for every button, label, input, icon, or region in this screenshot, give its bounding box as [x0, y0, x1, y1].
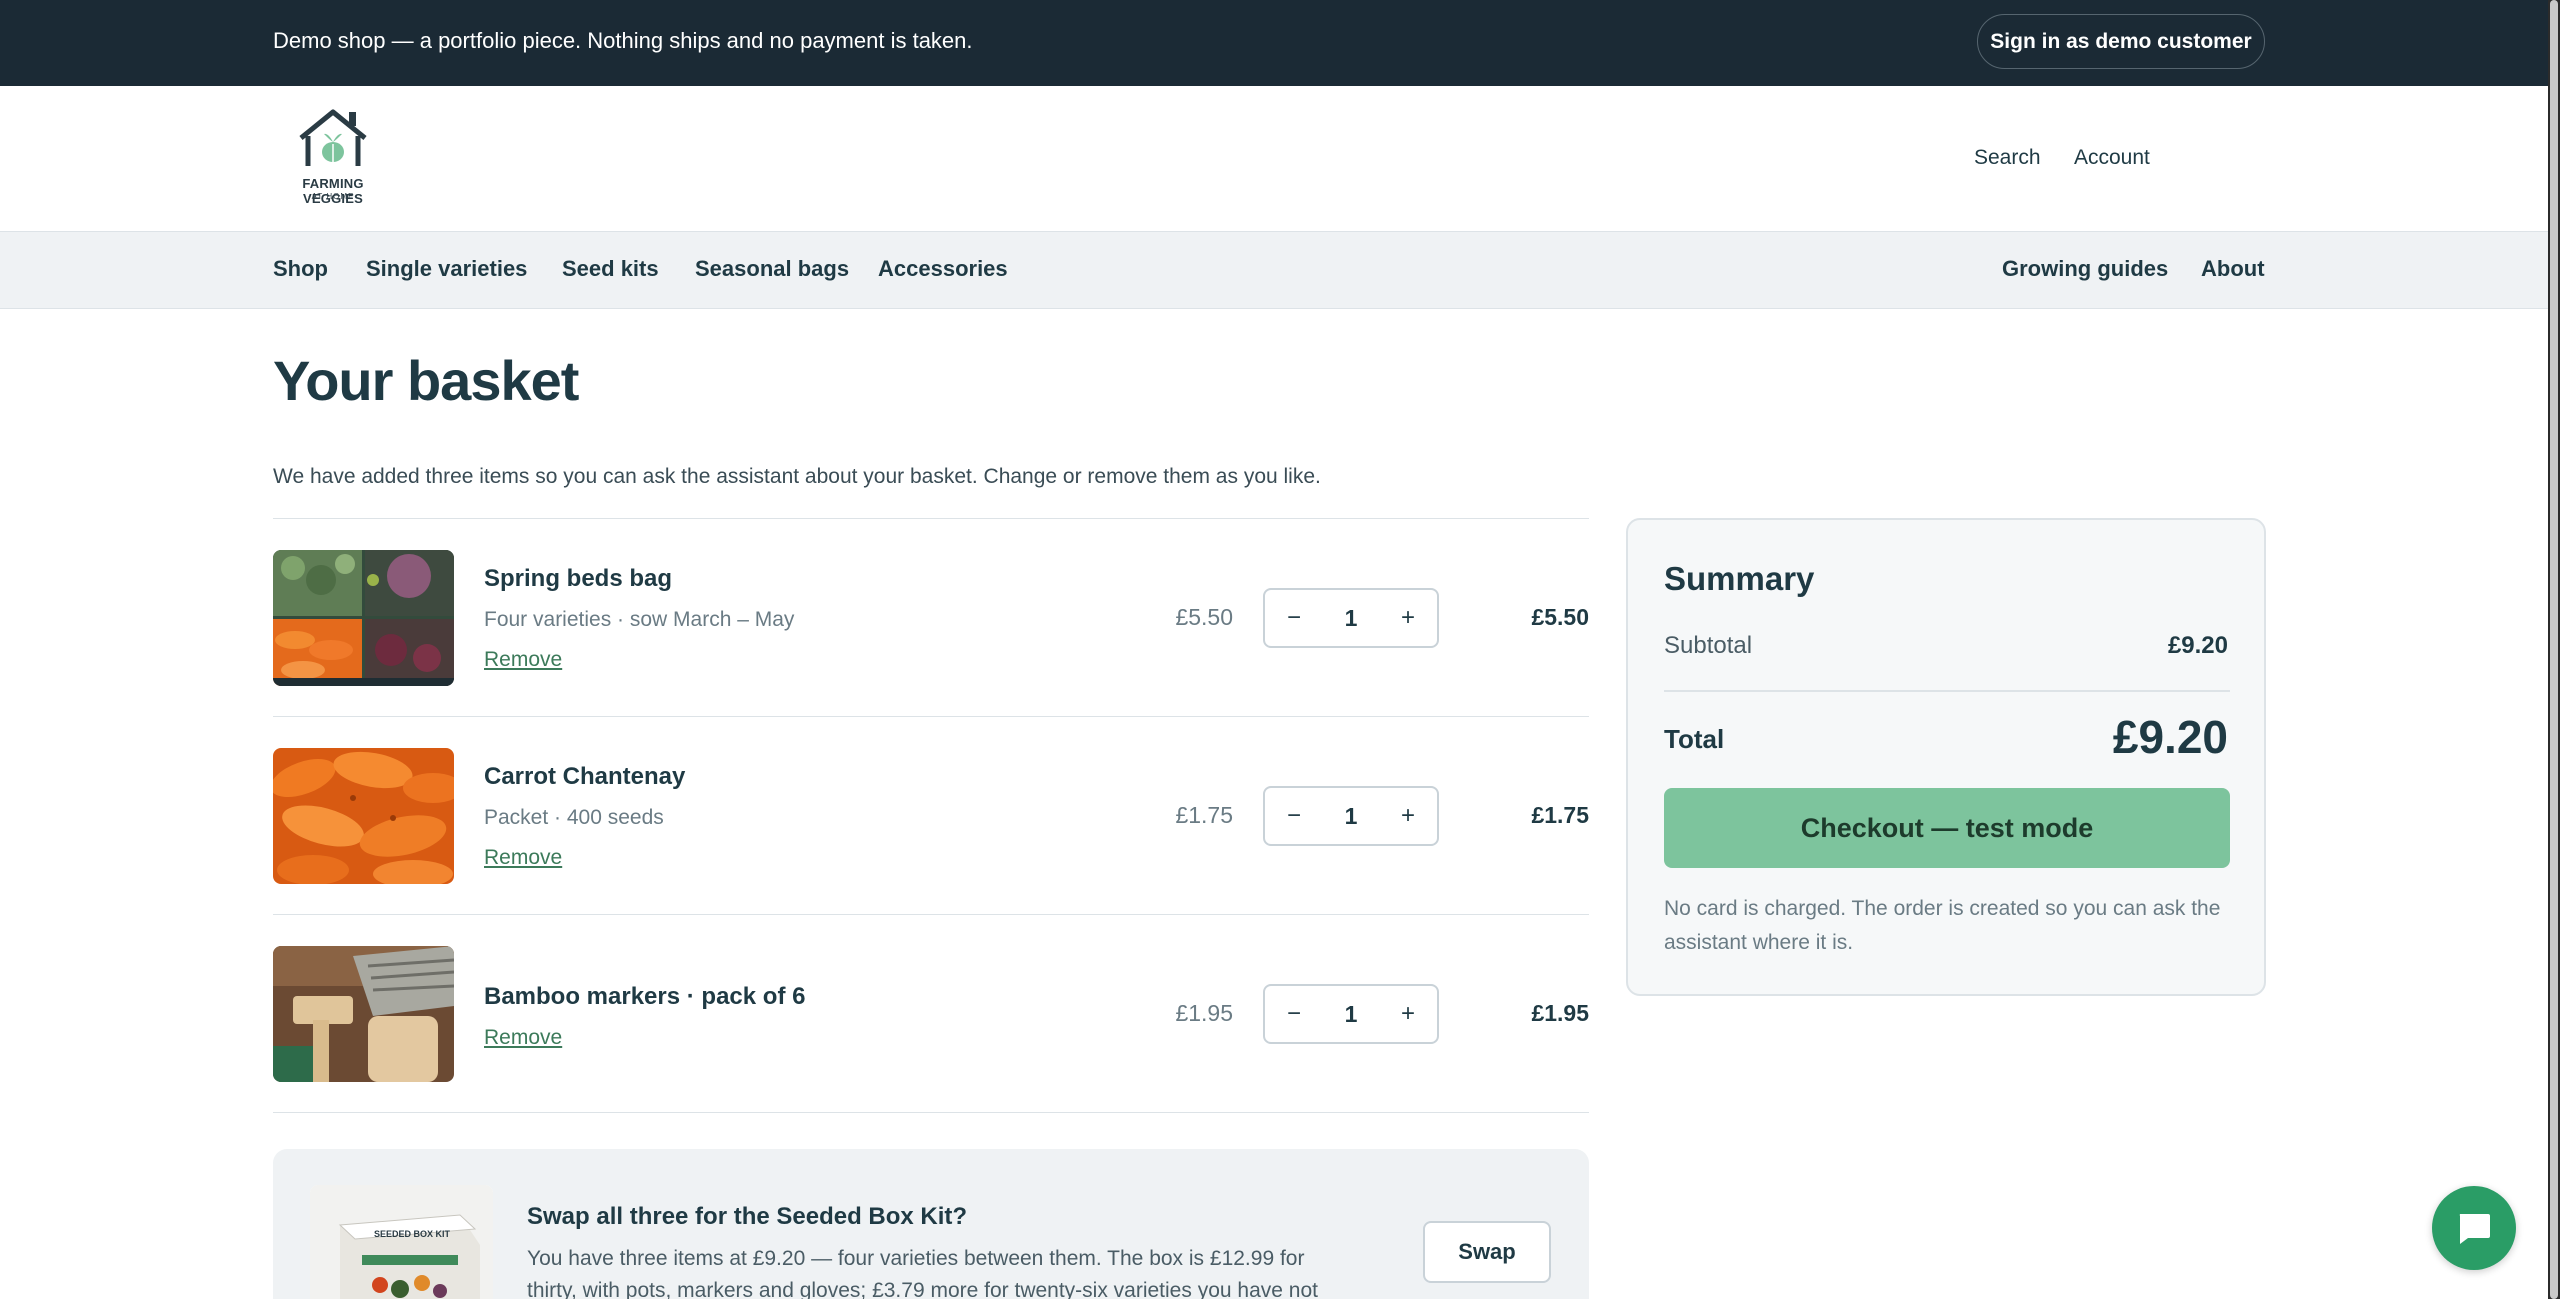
item-description: Packet · 400 seeds: [484, 806, 664, 829]
basket-item-row: Spring beds bag Four varieties · sow Mar…: [273, 519, 1589, 717]
box-kit-label: SEEDED BOX KIT: [373, 1229, 450, 1239]
remove-link[interactable]: Remove: [484, 846, 562, 870]
decrease-quantity-button[interactable]: −: [1269, 788, 1319, 844]
quantity-value[interactable]: 1: [1321, 590, 1381, 646]
unit-price: £1.95: [1175, 1000, 1233, 1026]
checkout-button[interactable]: Checkout — test mode: [1664, 788, 2230, 868]
quantity-stepper: − 1 +: [1263, 984, 1439, 1044]
basket-items-list: Spring beds bag Four varieties · sow Mar…: [273, 518, 1589, 1113]
summary-title: Summary: [1664, 560, 1815, 597]
nav-item-seed-kits[interactable]: Seed kits: [562, 256, 659, 282]
item-name[interactable]: Spring beds bag: [484, 565, 672, 593]
subtotal-value: £9.20: [2167, 632, 2228, 659]
swap-description: You have three items at £9.20 — four var…: [527, 1247, 1318, 1299]
logo-subtext: -AT HOME-: [307, 192, 359, 201]
increase-quantity-button[interactable]: +: [1383, 986, 1433, 1042]
subtotal-label: Subtotal: [1664, 632, 1753, 659]
bamboo-markers-image[interactable]: [273, 946, 454, 1082]
summary-divider: [1664, 690, 2230, 692]
nav-item-seasonal-bags[interactable]: Seasonal bags: [695, 256, 849, 282]
carrot-chantenay-image[interactable]: [273, 748, 454, 884]
basket-intro-text: We have added three items so you can ask…: [273, 465, 1321, 488]
item-name[interactable]: Carrot Chantenay: [484, 763, 685, 791]
decrease-quantity-button[interactable]: −: [1269, 590, 1319, 646]
scrollbar-thumb[interactable]: [2550, 0, 2558, 1299]
unit-price: £5.50: [1175, 604, 1233, 630]
seeded-box-kit-image[interactable]: SEEDED BOX KIT: [310, 1185, 493, 1299]
site-logo[interactable]: FARMING VEGGIES -AT HOME-: [273, 108, 393, 208]
nav-item-growing-guides[interactable]: Growing guides: [2002, 256, 2168, 282]
search-link[interactable]: Search: [1974, 146, 2041, 170]
logo-text: FARMING VEGGIES: [302, 176, 364, 206]
total-value: £9.20: [2112, 711, 2228, 763]
total-label: Total: [1664, 724, 1725, 754]
line-total: £5.50: [1531, 604, 1589, 630]
basket-item-row: Carrot Chantenay Packet · 400 seeds Remo…: [273, 717, 1589, 915]
nav-item-about[interactable]: About: [2201, 256, 2265, 282]
page-scrollbar[interactable]: [2548, 0, 2560, 1299]
quantity-stepper: − 1 +: [1263, 786, 1439, 846]
demo-banner: Demo shop — a portfolio piece. Nothing s…: [0, 0, 2548, 86]
increase-quantity-button[interactable]: +: [1383, 590, 1433, 646]
increase-quantity-button[interactable]: +: [1383, 788, 1433, 844]
spring-beds-bag-image[interactable]: [273, 550, 454, 686]
banner-text: Demo shop — a portfolio piece. Nothing s…: [273, 28, 973, 53]
site-header: FARMING VEGGIES -AT HOME- Search Account: [0, 86, 2548, 232]
checkout-note: No card is charged. The order is created…: [1664, 897, 2221, 954]
unit-price: £1.75: [1175, 802, 1233, 828]
remove-link[interactable]: Remove: [484, 1026, 562, 1050]
swap-button[interactable]: Swap: [1423, 1221, 1551, 1283]
chat-assistant-button[interactable]: [2432, 1186, 2516, 1270]
decrease-quantity-button[interactable]: −: [1269, 986, 1319, 1042]
item-name[interactable]: Bamboo markers · pack of 6: [484, 983, 805, 1011]
quantity-value[interactable]: 1: [1321, 788, 1381, 844]
nav-item-single-varieties[interactable]: Single varieties: [366, 256, 527, 282]
remove-link[interactable]: Remove: [484, 648, 562, 672]
chat-bubble-icon: [2459, 1214, 2490, 1244]
order-summary-panel: Summary Subtotal £9.20 Total £9.20 Check…: [1626, 518, 2266, 996]
page-title: Your basket: [273, 349, 579, 412]
sign-in-demo-button[interactable]: Sign in as demo customer: [1977, 14, 2265, 69]
line-total: £1.75: [1531, 802, 1589, 828]
house-veggie-logo-icon: [299, 109, 367, 166]
quantity-stepper: − 1 +: [1263, 588, 1439, 648]
quantity-value[interactable]: 1: [1321, 986, 1381, 1042]
nav-item-accessories[interactable]: Accessories: [878, 256, 1008, 282]
nav-item-shop[interactable]: Shop: [273, 256, 328, 282]
swap-suggestion-panel: SEEDED BOX KIT Swap all three for the Se…: [273, 1149, 1589, 1299]
basket-item-row: Bamboo markers · pack of 6 Remove £1.95 …: [273, 915, 1589, 1113]
item-description: Four varieties · sow March – May: [484, 608, 795, 631]
main-nav: Shop Single varieties Seed kits Seasonal…: [0, 232, 2548, 309]
line-total: £1.95: [1531, 1000, 1589, 1026]
account-link[interactable]: Account: [2074, 146, 2150, 170]
swap-title: Swap all three for the Seeded Box Kit?: [527, 1203, 968, 1230]
